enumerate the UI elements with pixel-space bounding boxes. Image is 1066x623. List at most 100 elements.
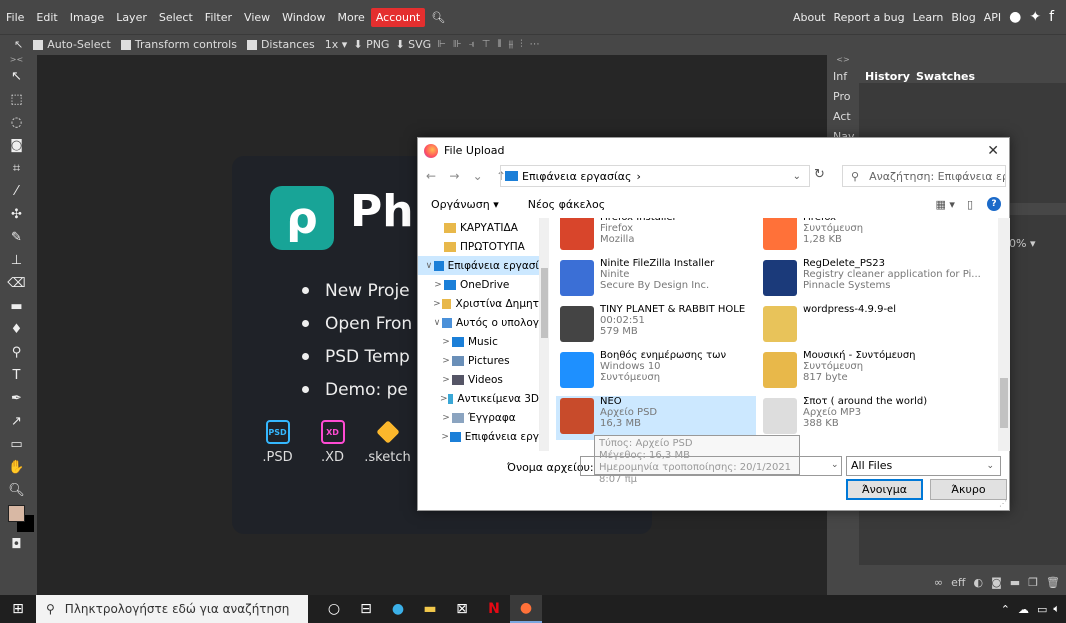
menu-about[interactable]: About [789,11,830,24]
adjustment-icon[interactable]: ◐ [973,576,983,589]
twitter-icon[interactable]: ✦ [1025,9,1045,25]
menu-api[interactable]: API [980,11,1005,24]
volume-icon[interactable]: 🔈︎ [1053,602,1060,616]
menu-account[interactable]: Account [370,7,426,27]
trash-icon[interactable]: 🗑︎ [1046,576,1060,589]
distribute-s-icon[interactable]: ⋯ [530,39,540,50]
stamp-tool-icon[interactable]: ⊥ [0,249,33,272]
nav-tree-item[interactable]: ∨ Αυτός ο υπολογ [418,313,539,332]
zoom-select[interactable]: 1x ▾ [325,38,348,51]
gradient-tool-icon[interactable]: ▬ [0,295,33,318]
chevron-icon[interactable]: > [440,356,452,366]
new-layer-icon[interactable]: ❐ [1028,576,1038,589]
type-tool-icon[interactable]: T [0,364,33,387]
netflix-icon[interactable]: N [478,595,510,623]
edge-icon[interactable]: ● [382,595,414,623]
blur-tool-icon[interactable]: ♦ [0,318,33,341]
tree-scrollbar[interactable] [540,218,549,451]
battery-icon[interactable]: ▭ [1037,603,1047,616]
align-right-icon[interactable]: ⫣ [469,39,475,50]
welcome-psd-templates[interactable]: PSD Temp [302,340,412,373]
distribute-w-icon[interactable]: ⫶ [520,39,523,50]
menu-image[interactable]: Image [64,11,110,24]
menu-edit[interactable]: Edit [30,11,63,24]
distribute-h-icon[interactable]: ⫴ [497,39,501,50]
opacity-value[interactable]: 0% ▾ [1009,237,1035,250]
reddit-icon[interactable]: ● [1005,9,1025,25]
menu-layer[interactable]: Layer [110,11,153,24]
nav-tree-item[interactable]: ΠΡΩΤΟΤΥΠΑ [418,237,539,256]
nav-tree-item[interactable]: > Χριστίνα Δημητ [418,294,539,313]
menu-more[interactable]: More [332,11,371,24]
export-svg-button[interactable]: ⬇ SVG [395,38,431,51]
file-item[interactable]: Βοηθός ενημέρωσης των Windows 10 Συντόμευσ… [556,350,756,394]
export-png-button[interactable]: ⬇ PNG [353,38,389,51]
tab-swatches[interactable]: Swatches [916,70,975,83]
marquee-tool-icon[interactable]: ⬚ [0,88,33,111]
cortana-icon[interactable]: ○ [318,595,350,623]
menu-filter[interactable]: Filter [199,11,238,24]
menu-blog[interactable]: Blog [947,11,979,24]
back-icon[interactable]: ← [426,169,436,183]
close-icon[interactable]: ✕ [987,143,999,159]
move-tool-icon[interactable]: ↖ [0,65,33,88]
align-top-icon[interactable]: ⊤ [482,39,491,50]
healing-tool-icon[interactable]: ✣ [0,203,33,226]
open-button[interactable]: Άνοιγμα [846,479,923,500]
menu-report-bug[interactable]: Report a bug [829,11,908,24]
dodge-tool-icon[interactable]: ⚲ [0,341,33,364]
chevron-icon[interactable]: ∨ [432,318,442,328]
cancel-button[interactable]: Άκυρο [930,479,1007,500]
nav-tree-item[interactable]: > Επιφάνεια εργ [418,427,539,446]
format-sketch[interactable]: .sketch [360,420,415,465]
nav-tree-item[interactable]: > Videos [418,370,539,389]
brush-tool-icon[interactable]: ✎ [0,226,33,249]
file-item[interactable]: NEO Αρχείο PSD 16,3 MB [556,396,756,440]
distances-checkbox[interactable]: Distances [246,38,315,51]
eyedropper-tool-icon[interactable]: ⁄ [0,180,33,203]
transform-controls-checkbox[interactable]: Transform controls [120,38,237,51]
folder-icon[interactable]: ▬ [1010,576,1020,589]
file-item[interactable]: wordpress-4.9.9-el [759,304,959,348]
refresh-icon[interactable]: ↻ [814,167,825,182]
distribute-v-icon[interactable]: ⫵ [509,39,514,50]
nav-tree-item[interactable]: > Έγγραφα [418,408,539,427]
quick-mask-icon[interactable]: ◘ [0,533,33,556]
file-explorer-icon[interactable]: ▬ [414,595,446,623]
eraser-tool-icon[interactable]: ⌫ [0,272,33,295]
file-item[interactable]: Σποτ ( around the world) Αρχείο MP3 388 KB [759,396,959,440]
address-bar[interactable]: Επιφάνεια εργασίας › ⌄ [500,165,810,187]
mask-icon[interactable]: ◙ [991,576,1002,589]
nav-tree-item[interactable]: ∨ Επιφάνεια εργασί [418,256,539,275]
scrollbar-thumb[interactable] [541,268,548,338]
chevron-icon[interactable]: > [432,299,442,309]
facebook-icon[interactable]: f [1045,9,1058,25]
collapse-icon[interactable]: <> [829,55,857,67]
welcome-demo[interactable]: Demo: pe [302,373,412,406]
chevron-icon[interactable]: > [440,394,448,404]
search-icon[interactable]: 🔍︎ [425,11,451,24]
chevron-down-icon[interactable]: ⌄ [793,171,801,182]
menu-window[interactable]: Window [276,11,331,24]
new-folder-button[interactable]: Νέος φάκελος [528,198,606,211]
lasso-tool-icon[interactable]: ◌ [0,111,33,134]
cloud-icon[interactable]: ☁ [1018,603,1029,616]
welcome-new-project[interactable]: New Proje [302,274,412,307]
tab-history[interactable]: History [865,70,910,83]
hand-tool-icon[interactable]: ✋ [0,456,33,479]
panel-actions-tab[interactable]: Act [829,107,857,127]
chevron-icon[interactable]: > [440,413,452,423]
shape-tool-icon[interactable]: ▭ [0,433,33,456]
nav-tree-item[interactable]: > OneDrive [418,275,539,294]
pen-tool-icon[interactable]: ✒ [0,387,33,410]
foreground-color-swatch[interactable] [8,505,25,522]
menu-select[interactable]: Select [153,11,199,24]
format-psd[interactable]: PSD .PSD [250,420,305,465]
nav-tree-item[interactable]: > Pictures [418,351,539,370]
chevron-icon[interactable]: > [440,337,452,347]
task-view-icon[interactable]: ⊟ [350,595,382,623]
align-center-icon[interactable]: ⊪ [453,39,462,50]
nav-tree-item[interactable]: > Αντικείμενα 3D [418,389,539,408]
file-item[interactable]: FirefoxΣυντόμευση1,28 KB [759,218,959,256]
file-type-select[interactable]: All Files ⌄ [846,456,1001,476]
